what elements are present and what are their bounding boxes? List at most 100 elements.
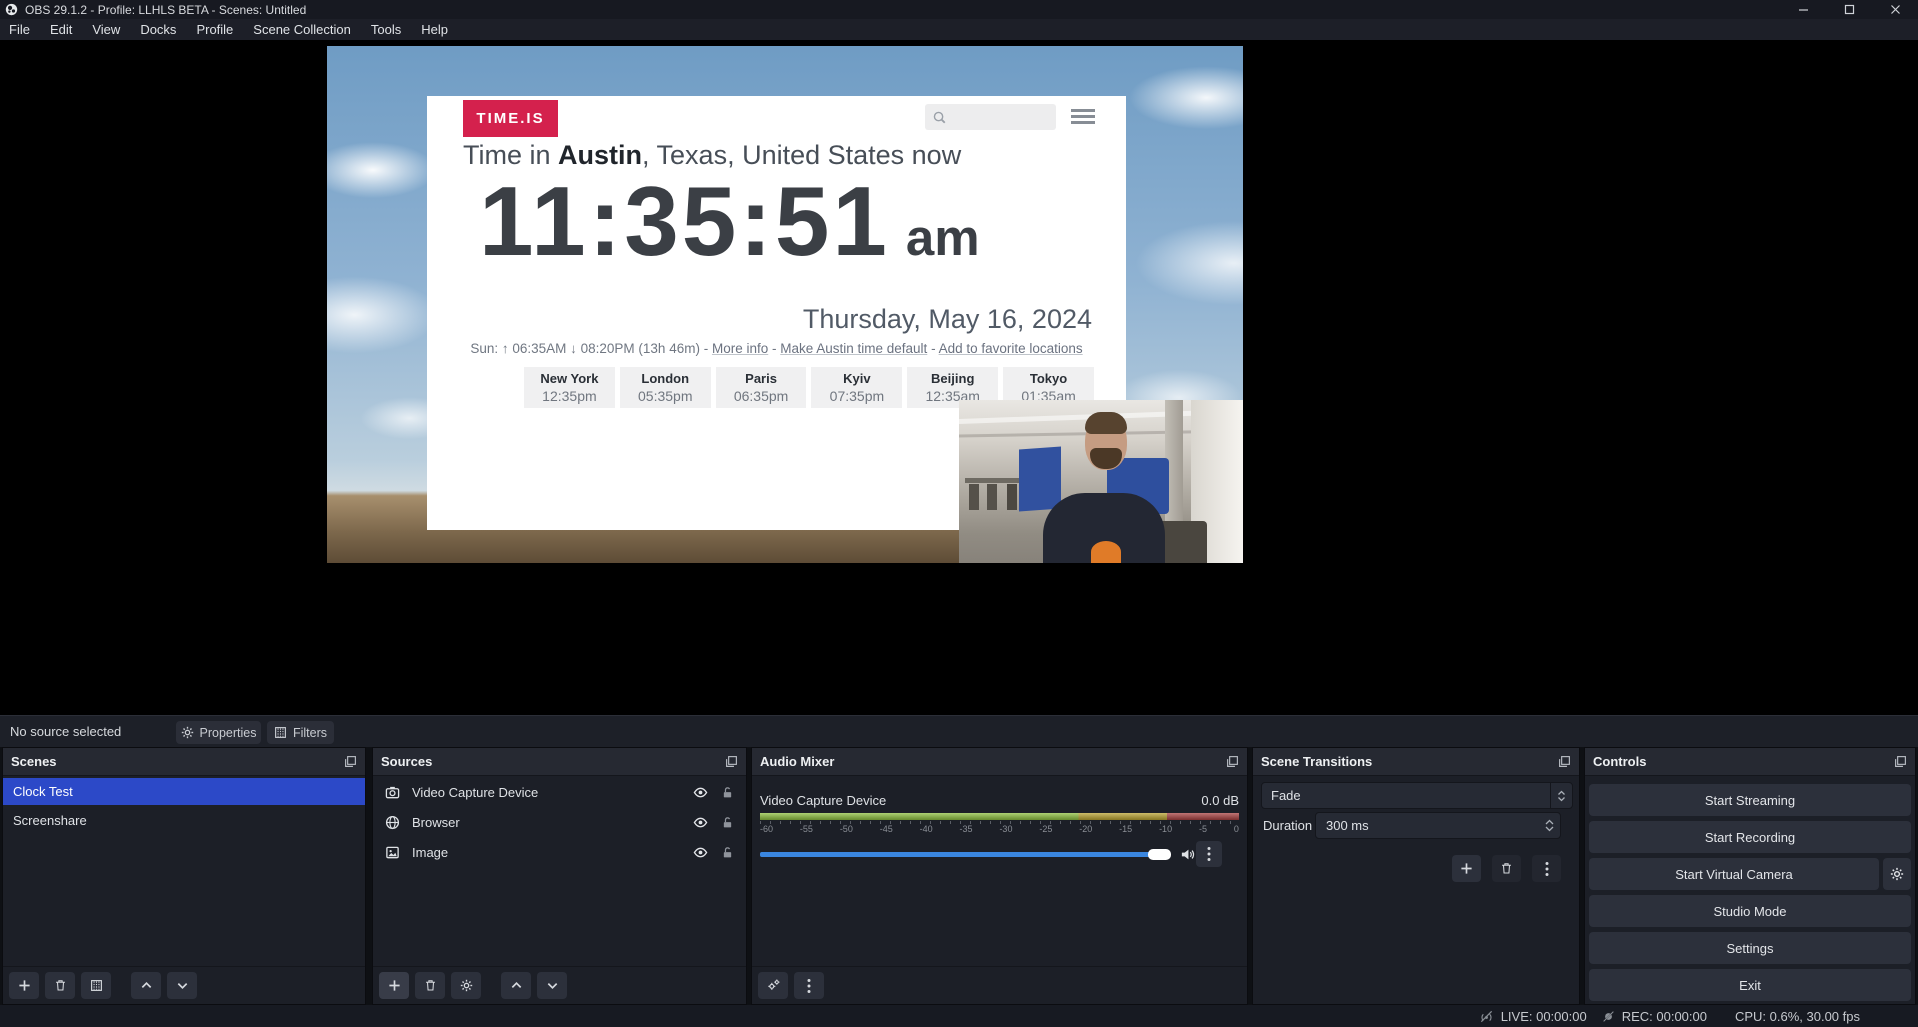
popout-icon <box>1226 755 1239 768</box>
globe-icon <box>385 815 400 830</box>
image-icon <box>385 845 400 860</box>
sources-panel-title: Sources <box>381 754 432 769</box>
speaker-icon[interactable] <box>1180 847 1195 862</box>
volume-slider[interactable] <box>760 852 1171 857</box>
remove-transition-button[interactable] <box>1492 855 1521 882</box>
transition-select[interactable]: Fade <box>1261 782 1573 809</box>
menu-docks[interactable]: Docks <box>132 20 184 39</box>
city-box-newyork: New York12:35pm <box>524 367 615 408</box>
popout-icon <box>344 755 357 768</box>
title-bar: OBS 29.1.2 - Profile: LLHLS BETA - Scene… <box>0 0 1918 19</box>
scene-item-clock-test[interactable]: Clock Test <box>3 778 365 805</box>
stream-inactive-icon <box>1479 1009 1494 1024</box>
scenes-panel: Scenes Clock Test Screenshare <box>2 747 366 1005</box>
lock-icon[interactable] <box>721 786 734 799</box>
scenes-panel-header[interactable]: Scenes <box>3 748 365 776</box>
start-recording-button[interactable]: Start Recording <box>1589 821 1911 853</box>
menu-edit[interactable]: Edit <box>42 20 80 39</box>
add-transition-button[interactable] <box>1452 855 1481 882</box>
scene-filters-button[interactable] <box>81 972 111 999</box>
source-up-button[interactable] <box>501 972 531 999</box>
menu-profile[interactable]: Profile <box>188 20 241 39</box>
audio-mixer-panel: Audio Mixer Video Capture Device 0.0 dB … <box>751 747 1248 1005</box>
window-title: OBS 29.1.2 - Profile: LLHLS BETA - Scene… <box>25 3 306 17</box>
virtual-camera-settings-button[interactable] <box>1883 858 1911 890</box>
gear-icon <box>181 726 194 739</box>
popout-icon <box>1894 755 1907 768</box>
menu-help[interactable]: Help <box>413 20 456 39</box>
timeis-logo: TIME.IS <box>463 100 558 137</box>
lock-icon[interactable] <box>721 846 734 859</box>
scene-down-button[interactable] <box>167 972 197 999</box>
menu-scene-collection[interactable]: Scene Collection <box>245 20 359 39</box>
visibility-eye-icon[interactable] <box>693 785 708 800</box>
audio-mixer-header[interactable]: Audio Mixer <box>752 748 1247 776</box>
controls-panel-header[interactable]: Controls <box>1585 748 1915 776</box>
settings-button[interactable]: Settings <box>1589 932 1911 964</box>
audio-mixer-title: Audio Mixer <box>760 754 834 769</box>
rec-status: REC: 00:00:00 <box>1602 1009 1707 1024</box>
search-icon <box>932 110 947 125</box>
visibility-eye-icon[interactable] <box>693 815 708 830</box>
clock-meridiem: am <box>906 208 980 267</box>
status-bar: LIVE: 00:00:00 REC: 00:00:00 CPU: 0.6%, … <box>0 1005 1918 1027</box>
minimize-button[interactable] <box>1780 0 1826 19</box>
scene-transitions-header[interactable]: Scene Transitions <box>1253 748 1579 776</box>
scene-item-screenshare[interactable]: Screenshare <box>3 807 365 834</box>
add-favorite-link: Add to favorite locations <box>939 341 1083 356</box>
start-virtual-camera-button[interactable]: Start Virtual Camera <box>1589 858 1879 890</box>
obs-window: OBS 29.1.2 - Profile: LLHLS BETA - Scene… <box>0 0 1918 1027</box>
exit-button[interactable]: Exit <box>1589 969 1911 1001</box>
menu-view[interactable]: View <box>84 20 128 39</box>
sources-toolbar <box>373 966 746 1004</box>
start-streaming-button[interactable]: Start Streaming <box>1589 784 1911 816</box>
maximize-button[interactable] <box>1826 0 1872 19</box>
mixer-options-button[interactable] <box>1196 841 1222 867</box>
more-info-link: More info <box>712 341 768 356</box>
scenes-panel-title: Scenes <box>11 754 57 769</box>
city-box-paris: Paris06:35pm <box>716 367 807 408</box>
properties-button[interactable]: Properties <box>176 721 261 744</box>
timeis-sun-line: Sun: ↑ 06:35AM ↓ 08:20PM (13h 46m) - Mor… <box>427 341 1126 356</box>
add-source-button[interactable] <box>379 972 409 999</box>
source-properties-button[interactable] <box>451 972 481 999</box>
transition-options-button[interactable] <box>1532 855 1561 882</box>
combo-arrows-icon <box>1550 783 1572 808</box>
menu-tools[interactable]: Tools <box>363 20 409 39</box>
filter-icon <box>274 726 287 739</box>
advanced-audio-button[interactable] <box>758 972 788 999</box>
source-row-browser[interactable]: Browser <box>373 808 746 836</box>
scene-up-button[interactable] <box>131 972 161 999</box>
visibility-eye-icon[interactable] <box>693 845 708 860</box>
scene-transitions-title: Scene Transitions <box>1261 754 1372 769</box>
source-down-button[interactable] <box>537 972 567 999</box>
cpu-status: CPU: 0.6%, 30.00 fps <box>1735 1009 1860 1024</box>
dock-area: Scenes Clock Test Screenshare Sources <box>0 747 1918 1005</box>
source-label: Video Capture Device <box>412 785 538 800</box>
spinner-arrows-icon[interactable] <box>1545 819 1554 832</box>
remove-source-button[interactable] <box>415 972 445 999</box>
lock-icon[interactable] <box>721 816 734 829</box>
sources-panel: Sources Video Capture Device Browser <box>372 747 747 1005</box>
duration-input[interactable]: 300 ms <box>1315 812 1561 839</box>
filters-button[interactable]: Filters <box>267 721 334 744</box>
duration-label: Duration <box>1263 818 1312 833</box>
close-button[interactable] <box>1872 0 1918 19</box>
source-row-video-capture[interactable]: Video Capture Device <box>373 778 746 806</box>
source-toolbar: No source selected Properties Filters <box>0 715 1918 747</box>
sources-panel-header[interactable]: Sources <box>373 748 746 776</box>
studio-mode-button[interactable]: Studio Mode <box>1589 895 1911 927</box>
mixer-menu-button[interactable] <box>794 972 824 999</box>
menu-bar: File Edit View Docks Profile Scene Colle… <box>0 19 1918 40</box>
volume-slider-handle[interactable] <box>1148 849 1171 860</box>
source-row-image[interactable]: Image <box>373 838 746 866</box>
program-canvas[interactable]: TIME.IS Time in Austin, Texas, United St… <box>327 46 1243 563</box>
meter-scale: -60-55-50-45-40-35-30-25-20-15-10-50 <box>760 824 1239 834</box>
scene-transitions-panel: Scene Transitions Fade Duration 300 ms <box>1252 747 1580 1005</box>
remove-scene-button[interactable] <box>45 972 75 999</box>
city-box-kyiv: Kyiv07:35pm <box>811 367 902 408</box>
add-scene-button[interactable] <box>9 972 39 999</box>
menu-file[interactable]: File <box>1 20 38 39</box>
scenes-toolbar <box>3 966 365 1004</box>
transition-value: Fade <box>1271 788 1301 803</box>
